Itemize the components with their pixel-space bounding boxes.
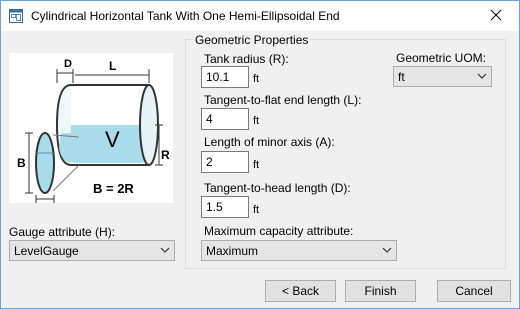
gauge-attribute-label: Gauge attribute (H): bbox=[9, 225, 116, 239]
diagram-formula: B = 2R bbox=[93, 181, 134, 196]
minor-axis-label: Length of minor axis (A): bbox=[204, 135, 335, 149]
geometric-uom-label: Geometric UOM: bbox=[396, 51, 487, 65]
close-button[interactable] bbox=[473, 1, 519, 31]
tank-radius-input[interactable]: 10.1 bbox=[201, 66, 249, 88]
diagram-label-r: R bbox=[161, 148, 170, 162]
tank-illustration: D L V R B A B = 2R bbox=[17, 58, 170, 216]
chevron-down-icon bbox=[160, 244, 170, 254]
chevron-down-icon bbox=[477, 70, 487, 80]
tangent-flat-input[interactable]: 4 bbox=[201, 108, 249, 130]
geometric-properties-title: Geometric Properties bbox=[193, 33, 311, 47]
dialog-window: Cylindrical Horizontal Tank With One Hem… bbox=[0, 0, 520, 309]
tangent-flat-unit: ft bbox=[253, 115, 260, 127]
diagram-label-l: L bbox=[109, 59, 116, 73]
tangent-head-unit: ft bbox=[253, 204, 260, 216]
tank-radius-unit: ft bbox=[253, 73, 260, 85]
cancel-button[interactable]: Cancel bbox=[437, 280, 511, 302]
gauge-attribute-value: LevelGauge bbox=[14, 244, 79, 258]
tank-radius-label: Tank radius (R): bbox=[204, 52, 289, 66]
chevron-down-icon bbox=[382, 244, 392, 254]
back-button[interactable]: < Back bbox=[265, 280, 336, 302]
tangent-head-label: Tangent-to-head length (D): bbox=[204, 181, 351, 195]
diagram-label-v: V bbox=[105, 127, 120, 152]
finish-button[interactable]: Finish bbox=[345, 280, 416, 302]
diagram-label-b: B bbox=[17, 156, 26, 170]
dialog-body: D L V R B A B = 2R Gauge attribute (H): … bbox=[1, 31, 519, 308]
tangent-flat-label: Tangent-to-flat end length (L): bbox=[204, 93, 362, 107]
tank-diagram: D L V R B A B = 2R bbox=[9, 53, 173, 216]
window-title: Cylindrical Horizontal Tank With One Hem… bbox=[31, 9, 340, 23]
gauge-attribute-dropdown[interactable]: LevelGauge bbox=[9, 240, 175, 261]
title-bar: Cylindrical Horizontal Tank With One Hem… bbox=[1, 1, 519, 31]
close-icon[interactable] bbox=[490, 9, 502, 24]
max-capacity-label: Maximum capacity attribute: bbox=[204, 224, 354, 238]
diagram-label-d: D bbox=[64, 58, 72, 70]
minor-axis-unit: ft bbox=[253, 159, 260, 171]
max-capacity-value: Maximum bbox=[206, 244, 259, 258]
app-icon bbox=[9, 9, 23, 23]
diagram-label-a: A bbox=[41, 202, 50, 203]
tangent-head-input[interactable]: 1.5 bbox=[201, 196, 249, 218]
geometric-uom-value: ft bbox=[398, 70, 405, 84]
geometric-uom-dropdown[interactable]: ft bbox=[393, 66, 492, 87]
max-capacity-dropdown[interactable]: Maximum bbox=[201, 240, 397, 261]
minor-axis-input[interactable]: 2 bbox=[201, 151, 249, 173]
